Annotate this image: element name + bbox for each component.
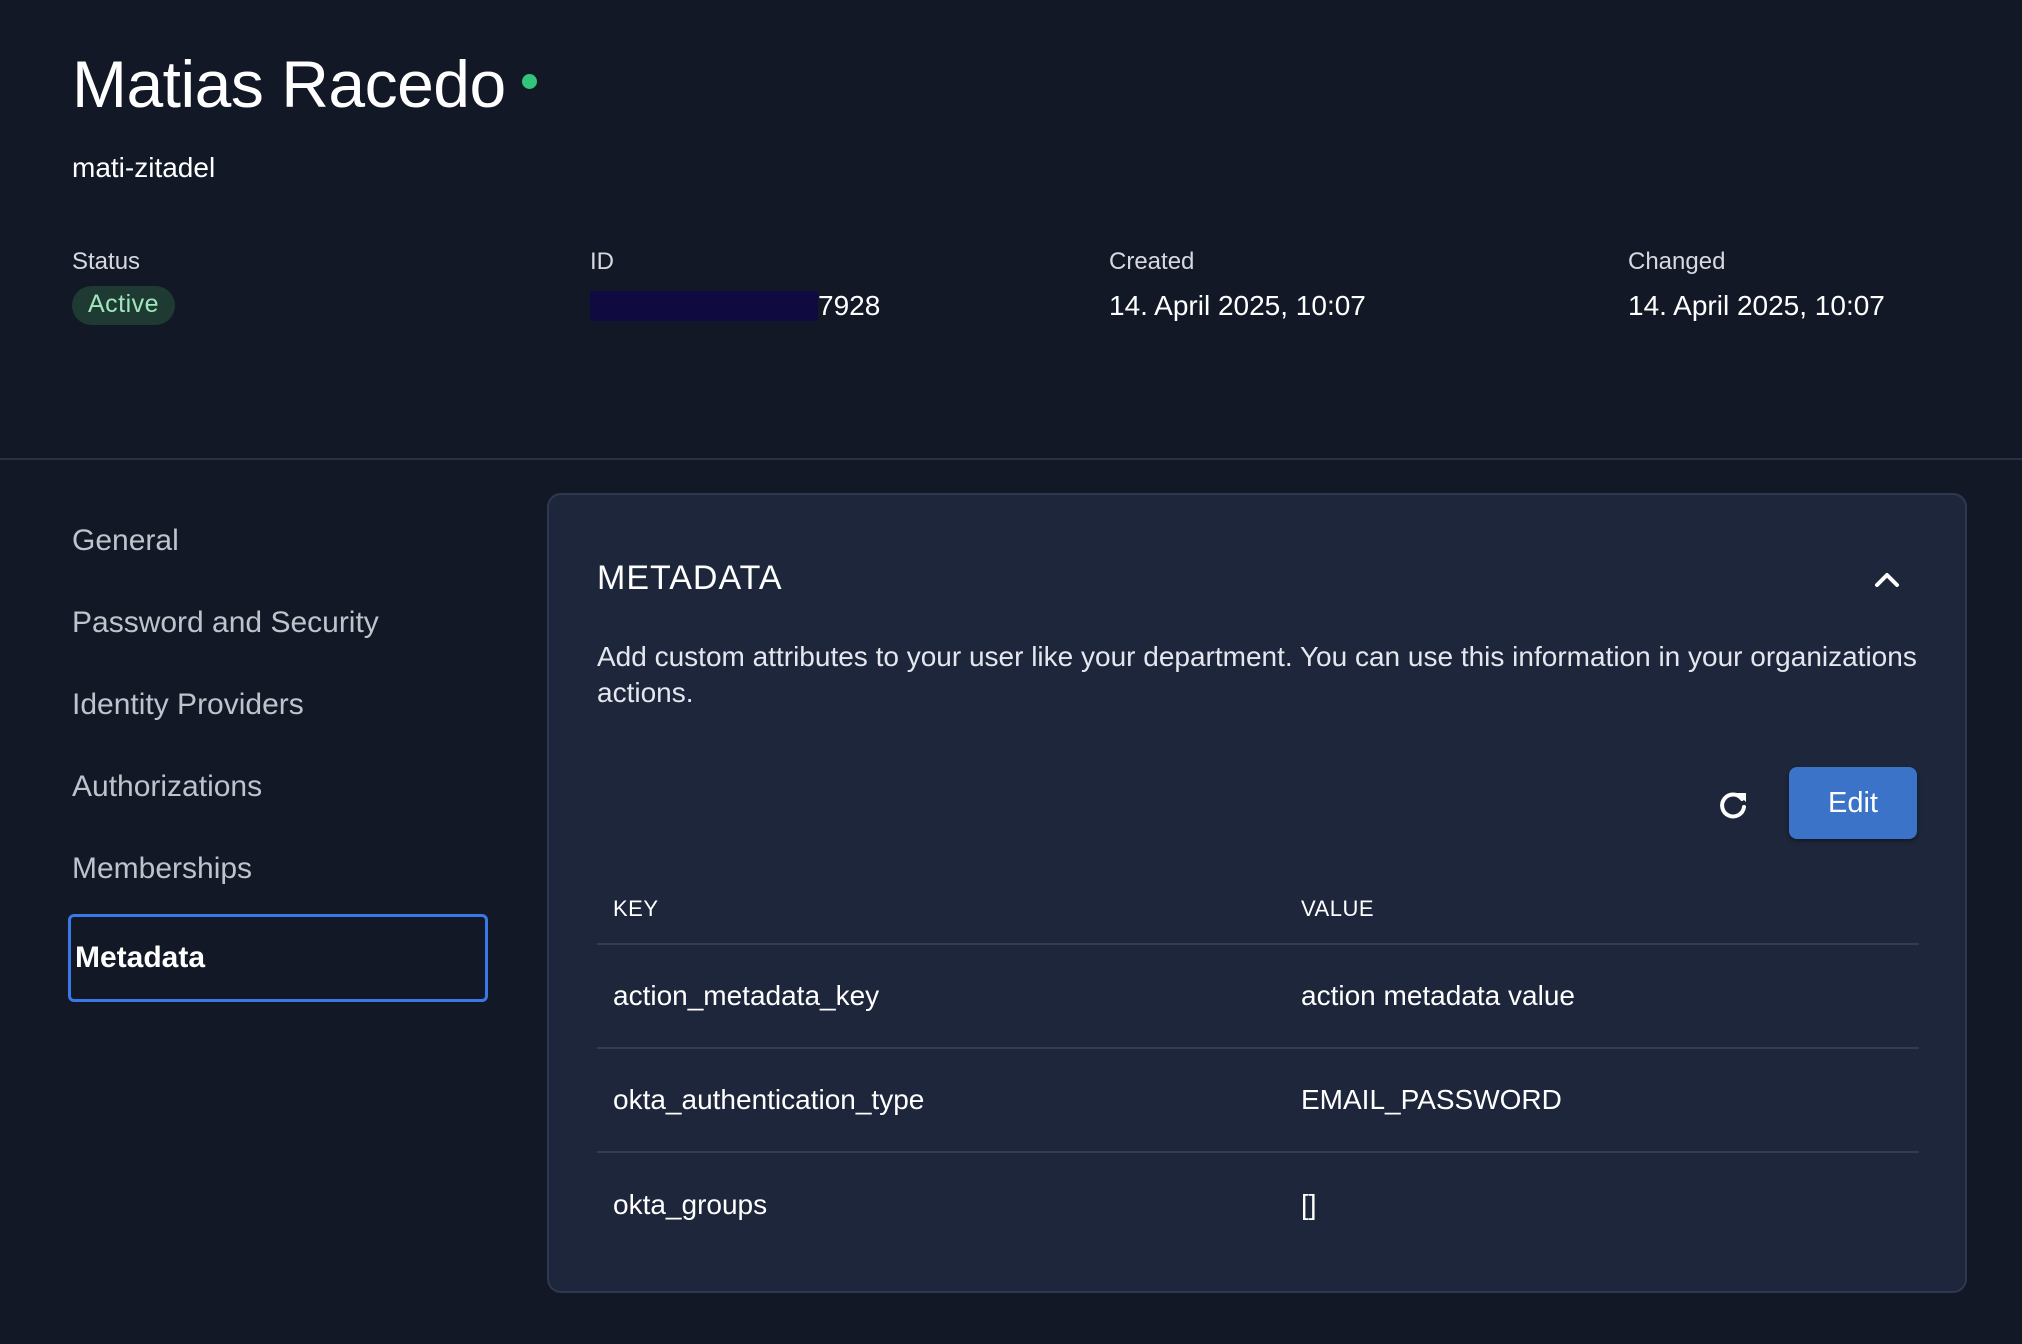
sidebar-item-password-and-security[interactable]: Password and Security	[72, 582, 488, 664]
column-header-key: KEY	[613, 896, 659, 921]
created-value: 14. April 2025, 10:07	[1109, 290, 1366, 321]
card-title: METADATA	[597, 559, 783, 597]
id-suffix: 7928	[818, 290, 881, 321]
metadata-card: METADATA Add custom attributes to your u…	[547, 493, 1967, 1293]
status-badge: Active	[72, 286, 176, 325]
column-header-value: VALUE	[1301, 896, 1375, 921]
sidebar-item-authorizations[interactable]: Authorizations	[72, 746, 488, 828]
metadata-value: action metadata value	[1301, 980, 1575, 1011]
status-label: Status	[72, 248, 141, 275]
user-display-name: Matias Racedo	[72, 47, 506, 121]
user-username: mati-zitadel	[72, 152, 216, 183]
created-label: Created	[1109, 248, 1195, 275]
info-id: ID 7928	[590, 248, 880, 322]
sidebar-item-metadata[interactable]: Metadata	[68, 914, 488, 1002]
metadata-table: KEY VALUE action_metadata_key action met…	[597, 875, 1919, 1257]
table-row[interactable]: okta_authentication_type EMAIL_PASSWORD	[597, 1049, 1919, 1153]
card-description: Add custom attributes to your user like …	[597, 641, 1917, 708]
metadata-value: []	[1301, 1189, 1317, 1220]
online-status-dot	[521, 73, 537, 89]
info-changed: Changed 14. April 2025, 10:07	[1628, 248, 1885, 322]
info-created: Created 14. April 2025, 10:07	[1109, 248, 1366, 322]
metadata-key: okta_authentication_type	[613, 1084, 925, 1115]
changed-label: Changed	[1628, 248, 1726, 275]
sidebar-item-identity-providers[interactable]: Identity Providers	[72, 664, 488, 746]
user-header: Matias Racedo mati-zitadel Status Active…	[0, 0, 2022, 460]
side-navigation: General Password and Security Identity P…	[68, 500, 488, 1002]
metadata-key: okta_groups	[613, 1189, 768, 1220]
changed-value: 14. April 2025, 10:07	[1628, 290, 1885, 321]
id-redacted-block	[590, 291, 818, 321]
table-header: KEY VALUE	[597, 875, 1919, 945]
chevron-up-icon[interactable]	[1869, 561, 1905, 597]
id-value[interactable]: 7928	[590, 290, 880, 322]
sidebar-item-general[interactable]: General	[72, 500, 488, 582]
table-row[interactable]: action_metadata_key action metadata valu…	[597, 945, 1919, 1049]
refresh-button[interactable]	[1709, 783, 1757, 831]
metadata-key: action_metadata_key	[613, 980, 880, 1011]
sidebar-item-memberships[interactable]: Memberships	[72, 828, 488, 910]
edit-button[interactable]: Edit	[1789, 767, 1917, 839]
user-title-row: Matias Racedo	[72, 46, 537, 122]
id-label: ID	[590, 248, 614, 275]
metadata-value: EMAIL_PASSWORD	[1301, 1084, 1562, 1115]
info-status: Status Active	[72, 248, 176, 325]
table-row[interactable]: okta_groups []	[597, 1153, 1919, 1257]
refresh-icon	[1716, 788, 1750, 827]
